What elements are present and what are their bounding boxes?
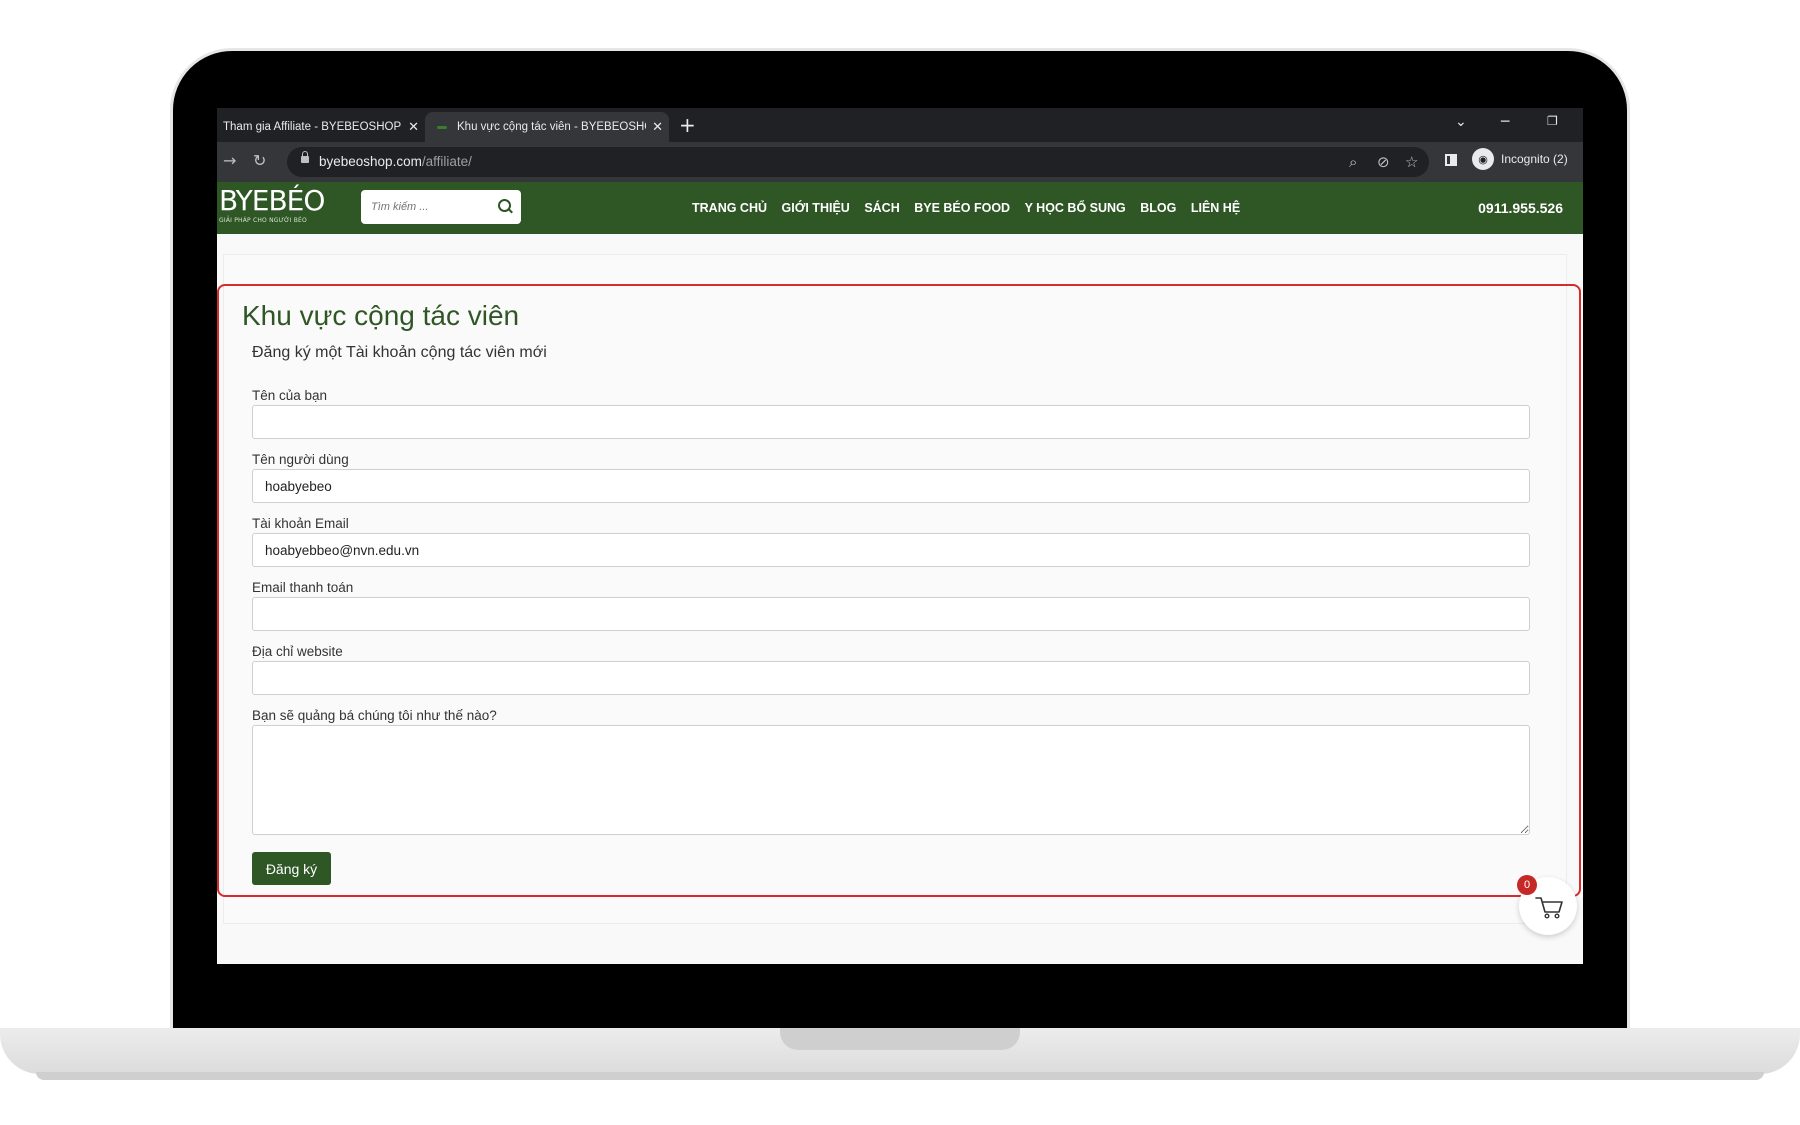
menu-item-gioi-thieu[interactable]: GIỚI THIỆU	[782, 201, 850, 215]
zoom-icon[interactable]: ⌕	[1349, 153, 1357, 171]
incognito-label: Incognito (2)	[1501, 152, 1568, 166]
website-label: Địa chỉ website	[252, 644, 343, 659]
incognito-icon: ◉	[1472, 148, 1494, 170]
forward-icon[interactable]: →	[223, 152, 236, 170]
search-icon[interactable]	[498, 199, 511, 212]
payment-email-field[interactable]	[252, 597, 1530, 631]
logo-tagline: GIẢI PHÁP CHO NGƯỜI BÉO	[219, 217, 307, 224]
incognito-indicator[interactable]: ◉ Incognito (2)	[1472, 148, 1568, 170]
url-text[interactable]: byebeoshop.com/affiliate/	[319, 154, 472, 169]
main-menu: TRANG CHỦ GIỚI THIỆU SÁCH BYE BÉO FOOD Y…	[692, 182, 1255, 234]
page-title: Khu vực cộng tác viên	[242, 300, 520, 331]
email-label: Tài khoản Email	[252, 516, 349, 531]
omnibox[interactable]: byebeoshop.com/affiliate/ ⌕ ⊘ ☆	[287, 147, 1429, 177]
form-subtitle: Đăng ký một Tài khoản cộng tác viên mới	[252, 344, 547, 361]
site-header: BYEBÉO GIẢI PHÁP CHO NGƯỜI BÉO TRANG CHỦ…	[217, 182, 1583, 234]
reload-icon[interactable]: ↻	[253, 152, 266, 170]
browser-window: Tham gia Affiliate - BYEBEOSHOP ✕ Khu vự…	[217, 108, 1583, 964]
eye-slash-icon[interactable]: ⊘	[1377, 153, 1390, 171]
tab-affiliate[interactable]: Tham gia Affiliate - BYEBEOSHOP ✕	[217, 112, 425, 142]
menu-item-blog[interactable]: BLOG	[1140, 201, 1176, 215]
url-path: /affiliate/	[421, 154, 472, 169]
bookmark-star-icon[interactable]: ☆	[1405, 153, 1418, 171]
username-label: Tên người dùng	[252, 452, 349, 467]
tab-search-chevron-icon[interactable]: ⌄	[1455, 114, 1467, 130]
minimize-icon[interactable]: ─	[1501, 114, 1509, 130]
email-field[interactable]	[252, 533, 1530, 567]
close-tab-icon[interactable]: ✕	[408, 119, 419, 135]
tab-title: Khu vực cộng tác viên - BYEBEOSHOP	[457, 121, 647, 133]
site-logo[interactable]: BYEBÉO GIẢI PHÁP CHO NGƯỜI BÉO	[219, 184, 325, 225]
logo-text: BYEBÉO	[219, 184, 325, 217]
laptop-base-shadow	[36, 1072, 1764, 1080]
menu-item-bye-beo-food[interactable]: BYE BÉO FOOD	[914, 201, 1010, 215]
website-field[interactable]	[252, 661, 1530, 695]
laptop-notch	[780, 1028, 1020, 1050]
close-tab-icon[interactable]: ✕	[652, 119, 663, 135]
search-input[interactable]	[361, 190, 501, 224]
payment-email-label: Email thanh toán	[252, 580, 354, 595]
favicon-icon	[437, 125, 447, 129]
register-button[interactable]: Đăng ký	[252, 852, 331, 885]
username-field[interactable]	[252, 469, 1530, 503]
site-search	[361, 190, 521, 224]
tab-title: Tham gia Affiliate - BYEBEOSHOP	[223, 121, 402, 133]
promotion-textarea[interactable]	[252, 725, 1530, 835]
tab-affiliate-area[interactable]: Khu vực cộng tác viên - BYEBEOSHOP ✕	[425, 112, 669, 142]
tab-bar: Tham gia Affiliate - BYEBEOSHOP ✕ Khu vự…	[217, 108, 1583, 142]
menu-item-lien-he[interactable]: LIÊN HỆ	[1191, 201, 1240, 215]
url-host: byebeoshop.com	[319, 154, 422, 169]
side-panel-icon[interactable]	[1445, 154, 1457, 166]
restore-icon[interactable]: ❐	[1547, 114, 1558, 128]
phone-number[interactable]: 0911.955.526	[1478, 200, 1563, 216]
menu-item-y-hoc-bo-sung[interactable]: Y HỌC BỔ SUNG	[1025, 201, 1126, 215]
address-bar: → ↻ byebeoshop.com/affiliate/ ⌕ ⊘ ☆ ◉ In…	[217, 142, 1583, 182]
menu-item-sach[interactable]: SÁCH	[864, 201, 899, 215]
name-field[interactable]	[252, 405, 1530, 439]
lock-icon	[301, 151, 309, 163]
cart-count-badge: 0	[1517, 875, 1537, 895]
name-label: Tên của bạn	[252, 388, 328, 403]
new-tab-button[interactable]: +	[679, 114, 696, 136]
promotion-label: Bạn sẽ quảng bá chúng tôi như thế nào?	[252, 708, 497, 723]
menu-item-trang-chu[interactable]: TRANG CHỦ	[692, 201, 767, 215]
